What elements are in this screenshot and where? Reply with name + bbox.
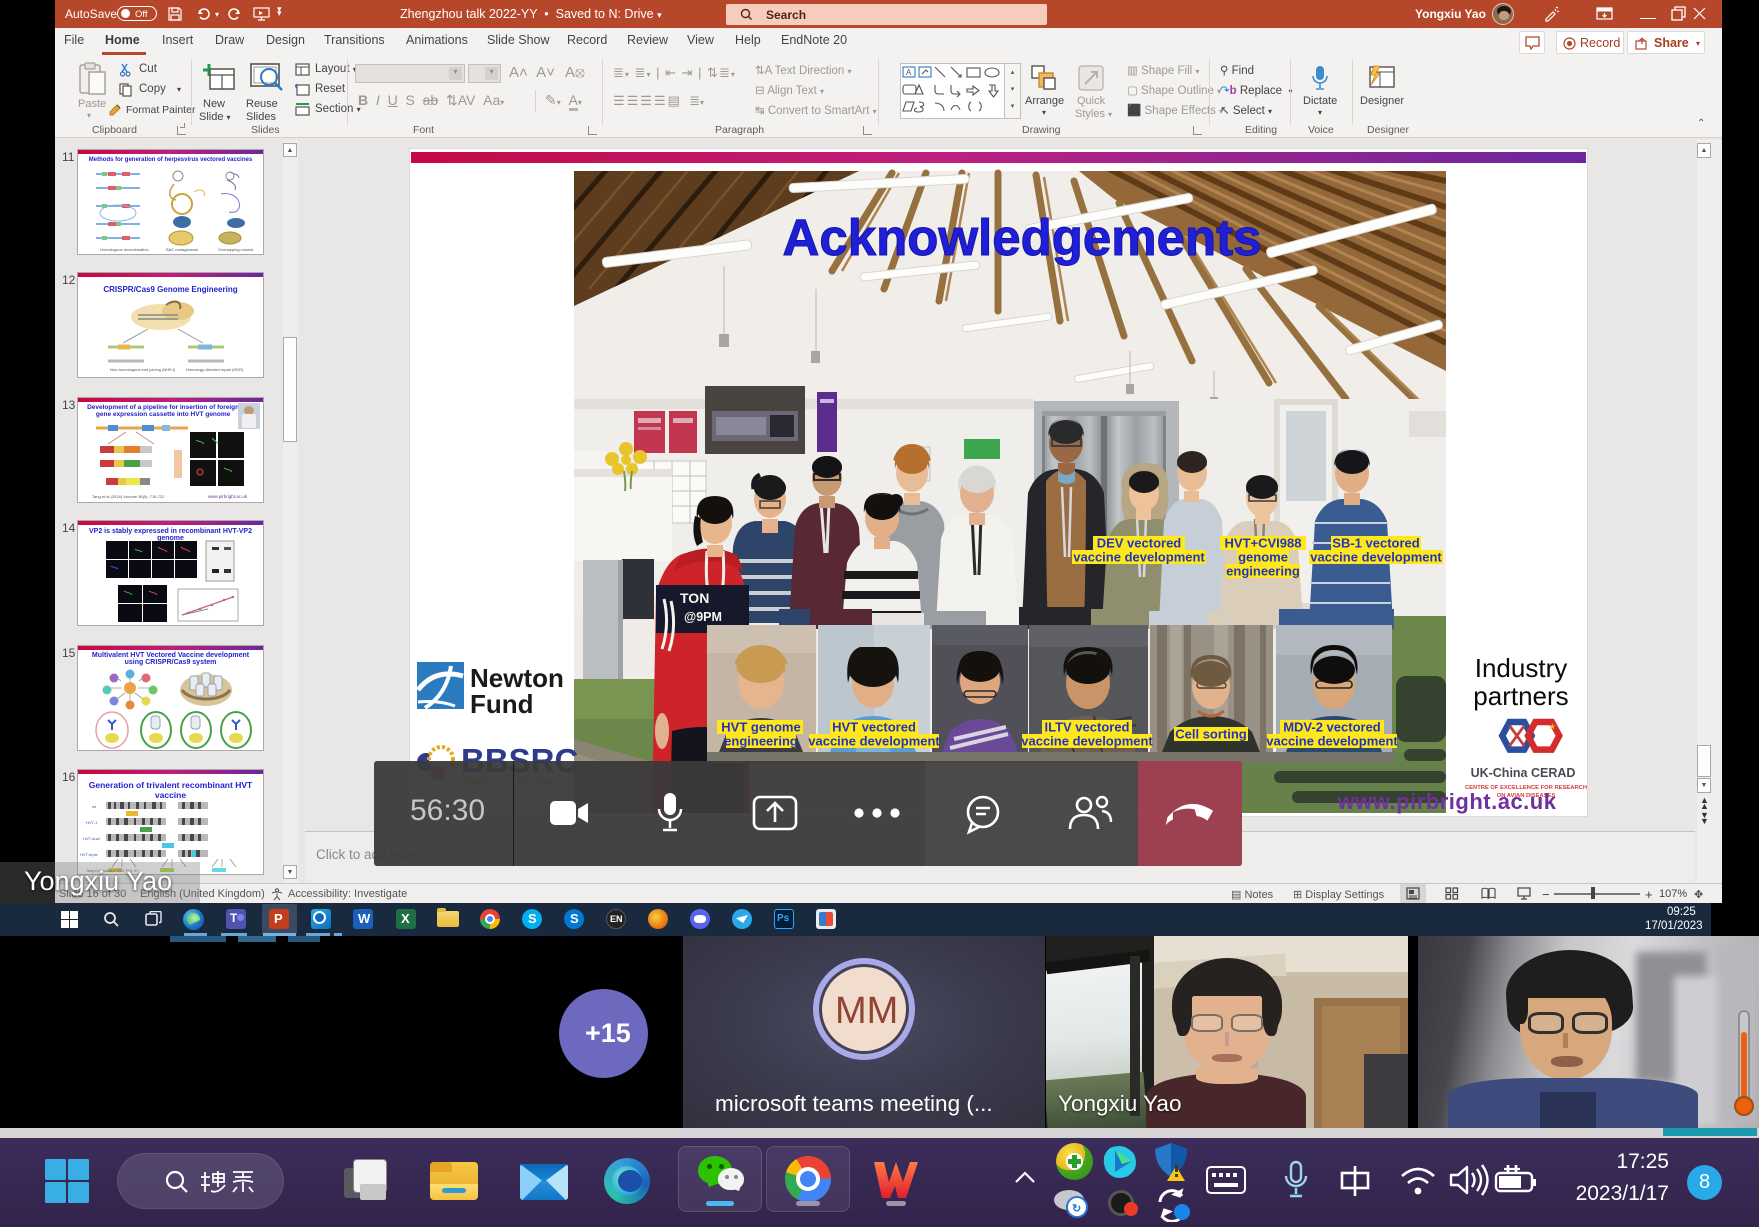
svg-text:Tang et al (2018) Vaccine 36(: Tang et al (2018) Vaccine 36(5): 716-722 [92, 494, 165, 499]
svg-text:engineering: engineering [724, 734, 798, 749]
svg-text:HVT-dual: HVT-dual [83, 836, 100, 841]
svg-text:www.pirbright.ac.uk: www.pirbright.ac.uk [1337, 789, 1557, 814]
svg-text:HVT genome: HVT genome [721, 720, 800, 735]
svg-text:@9PM: @9PM [684, 610, 722, 624]
svg-text:partners: partners [1473, 681, 1568, 711]
svg-text:HVT-triple: HVT-triple [80, 852, 99, 857]
svg-text:SB-1 vectored: SB-1 vectored [1332, 536, 1419, 551]
svg-text:UK-China CERAD: UK-China CERAD [1471, 766, 1576, 780]
svg-text:Non-homologous end joining (NH: Non-homologous end joining (NHEJ) [110, 367, 176, 372]
svg-text:vaccine development: vaccine development [1021, 734, 1153, 749]
svg-text:Industry: Industry [1475, 653, 1568, 683]
svg-text:genome: genome [1238, 550, 1288, 565]
svg-text:wt: wt [92, 804, 97, 809]
svg-text:Homologous recombination: Homologous recombination [100, 247, 149, 252]
svg-text:HVT+CVI988: HVT+CVI988 [1225, 536, 1302, 551]
svg-text:engineering: engineering [1226, 564, 1300, 579]
svg-text:TON: TON [680, 590, 709, 606]
svg-text:vaccine development: vaccine development [1310, 550, 1442, 565]
svg-text:vaccine development: vaccine development [1073, 550, 1205, 565]
svg-text:DEV vectored: DEV vectored [1097, 536, 1182, 551]
svg-text:Homology-directed repair (HDR): Homology-directed repair (HDR) [186, 367, 244, 372]
svg-text:Acknowledgements: Acknowledgements [783, 209, 1262, 266]
svg-text:Fund: Fund [470, 689, 534, 719]
svg-text:ILTV vectored: ILTV vectored [1044, 720, 1129, 735]
svg-text:Overlapping cosmid: Overlapping cosmid [218, 247, 253, 252]
svg-text:HVT vectored: HVT vectored [832, 720, 916, 735]
svg-text:HVT-1: HVT-1 [86, 820, 98, 825]
svg-text:Cell sorting: Cell sorting [1175, 727, 1247, 742]
svg-text:vaccine development: vaccine development [1266, 734, 1398, 749]
svg-text:vaccine development: vaccine development [808, 734, 940, 749]
svg-text:www.pirbright.ac.uk: www.pirbright.ac.uk [208, 494, 248, 499]
svg-text:BAC mutagenesis: BAC mutagenesis [166, 247, 198, 252]
svg-text:A: A [906, 68, 912, 77]
svg-text:★: ★ [1548, 721, 1556, 731]
svg-text:MDV-2 vectored: MDV-2 vectored [1283, 720, 1381, 735]
